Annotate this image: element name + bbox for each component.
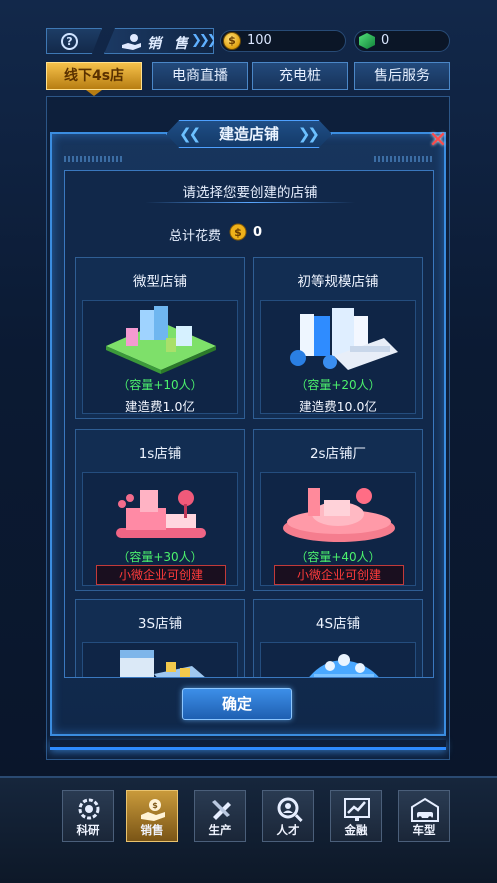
chevron-right-icon: ❯❯❯ [191, 33, 215, 48]
nav-talent[interactable]: 人才 [262, 790, 314, 842]
dialog-title: ❮❮ 建造店铺 ❯❯ [166, 120, 332, 148]
section-label: 销 售 [147, 36, 192, 52]
gem-value: 0 [381, 33, 390, 48]
money-hand-icon [122, 34, 141, 50]
store-name: 微型店铺 [133, 274, 187, 290]
tab-after-sales[interactable]: 售后服务 [354, 62, 450, 90]
help-circle-icon: ? [61, 33, 78, 50]
dialog-title-text: 建造店铺 [218, 125, 279, 143]
close-button[interactable]: ✕ [426, 130, 450, 154]
store-fee: 建造费10.0亿 [299, 399, 377, 414]
nav-label: 车型 [412, 823, 436, 837]
store-card-1s[interactable]: 1s店铺 （容量+30人） 小微企业可创建 [75, 429, 245, 591]
store-card-4s[interactable]: 4S店铺 [253, 599, 423, 677]
store-tabs: 线下4s店 电商直播 充电桩 售后服务 [46, 62, 450, 96]
prompt-underline [145, 202, 355, 203]
1s-store-building-icon [116, 490, 206, 538]
coin-value: 100 [247, 33, 272, 48]
store-name: 4S店铺 [315, 616, 361, 632]
svg-text:$: $ [152, 801, 158, 810]
store-requirement-badge: 小微企业可创建 [96, 565, 226, 585]
gem-icon [359, 33, 375, 49]
store-card-2s[interactable]: 2s店铺厂 （容量+40人） 小微企业可创建 [253, 429, 423, 591]
select-prompt: 请选择您要创建的店铺 [182, 185, 318, 201]
nav-car-models[interactable]: 车型 [398, 790, 450, 842]
decor-stripe-right [374, 156, 434, 162]
store-name: 3S店铺 [137, 616, 183, 632]
store-card-3s[interactable]: 3S店铺 [75, 599, 245, 677]
store-capacity: （容量+10人） [117, 378, 203, 392]
chart-icon [344, 798, 370, 821]
3s-store-building-icon [120, 650, 205, 677]
tab-ecommerce-live[interactable]: 电商直播 [152, 62, 248, 90]
tab-charging-pile[interactable]: 充电桩 [252, 62, 348, 90]
store-list-panel[interactable]: 请选择您要创建的店铺 总计花费 $ 0 微型店铺 （容量+10人） 建造费1.0… [64, 170, 434, 678]
store-card-small-scale[interactable]: 初等规模店铺 （容量+20人） 建造费10.0亿 [253, 257, 423, 419]
total-cost-label: 总计花费 [169, 229, 222, 244]
store-requirement-badge: 小微企业可创建 [274, 565, 404, 585]
nav-label: 销售 [140, 823, 164, 837]
4s-store-building-icon [309, 654, 379, 677]
nav-label: 科研 [76, 823, 100, 837]
2s-store-building-icon [283, 488, 395, 542]
gear-research-icon [78, 798, 100, 820]
wrench-icon [212, 800, 231, 820]
svg-text:$: $ [234, 226, 242, 239]
nav-research[interactable]: 科研 [62, 790, 114, 842]
nav-finance[interactable]: 金融 [330, 790, 382, 842]
frame-glow [50, 740, 446, 750]
store-capacity: （容量+40人） [295, 550, 381, 564]
nav-label: 生产 [208, 823, 232, 837]
tab-offline-4s[interactable]: 线下4s店 [46, 62, 142, 90]
confirm-button[interactable]: 确定 [182, 688, 292, 720]
store-capacity: （容量+20人） [295, 378, 381, 392]
chevron-left-icon: ❮❮ [179, 125, 201, 143]
top-bar: ? 销 售 ❯❯❯ $ 100 0 [46, 28, 450, 54]
help-button[interactable]: ? [46, 28, 102, 54]
total-cost-value: 0 [253, 225, 263, 240]
factory-building-icon [290, 308, 398, 370]
coin-counter: $ 100 [220, 30, 346, 52]
section-tag: 销 售 ❯❯❯ [104, 28, 214, 54]
chevron-right-icon: ❯❯ [297, 125, 320, 143]
nav-production[interactable]: 生产 [194, 790, 246, 842]
store-name: 初等规模店铺 [297, 274, 379, 290]
person-search-icon [277, 797, 303, 822]
nav-label: 金融 [344, 823, 368, 837]
coin-icon: $ [229, 223, 247, 241]
store-name: 2s店铺厂 [309, 446, 367, 462]
store-capacity: （容量+30人） [117, 550, 203, 564]
gem-counter: 0 [354, 30, 450, 52]
micro-store-building-icon [106, 306, 216, 374]
money-hand-icon: $ [141, 799, 165, 821]
nav-sales[interactable]: $ 销售 [126, 790, 178, 842]
store-fee: 建造费1.0亿 [125, 399, 195, 414]
car-garage-icon [411, 797, 439, 822]
decor-stripe-left [64, 156, 124, 162]
nav-label: 人才 [276, 823, 300, 837]
store-name: 1s店铺 [138, 446, 182, 462]
store-card-micro[interactable]: 微型店铺 （容量+10人） 建造费1.0亿 [75, 257, 245, 419]
coin-icon: $ [223, 32, 241, 50]
